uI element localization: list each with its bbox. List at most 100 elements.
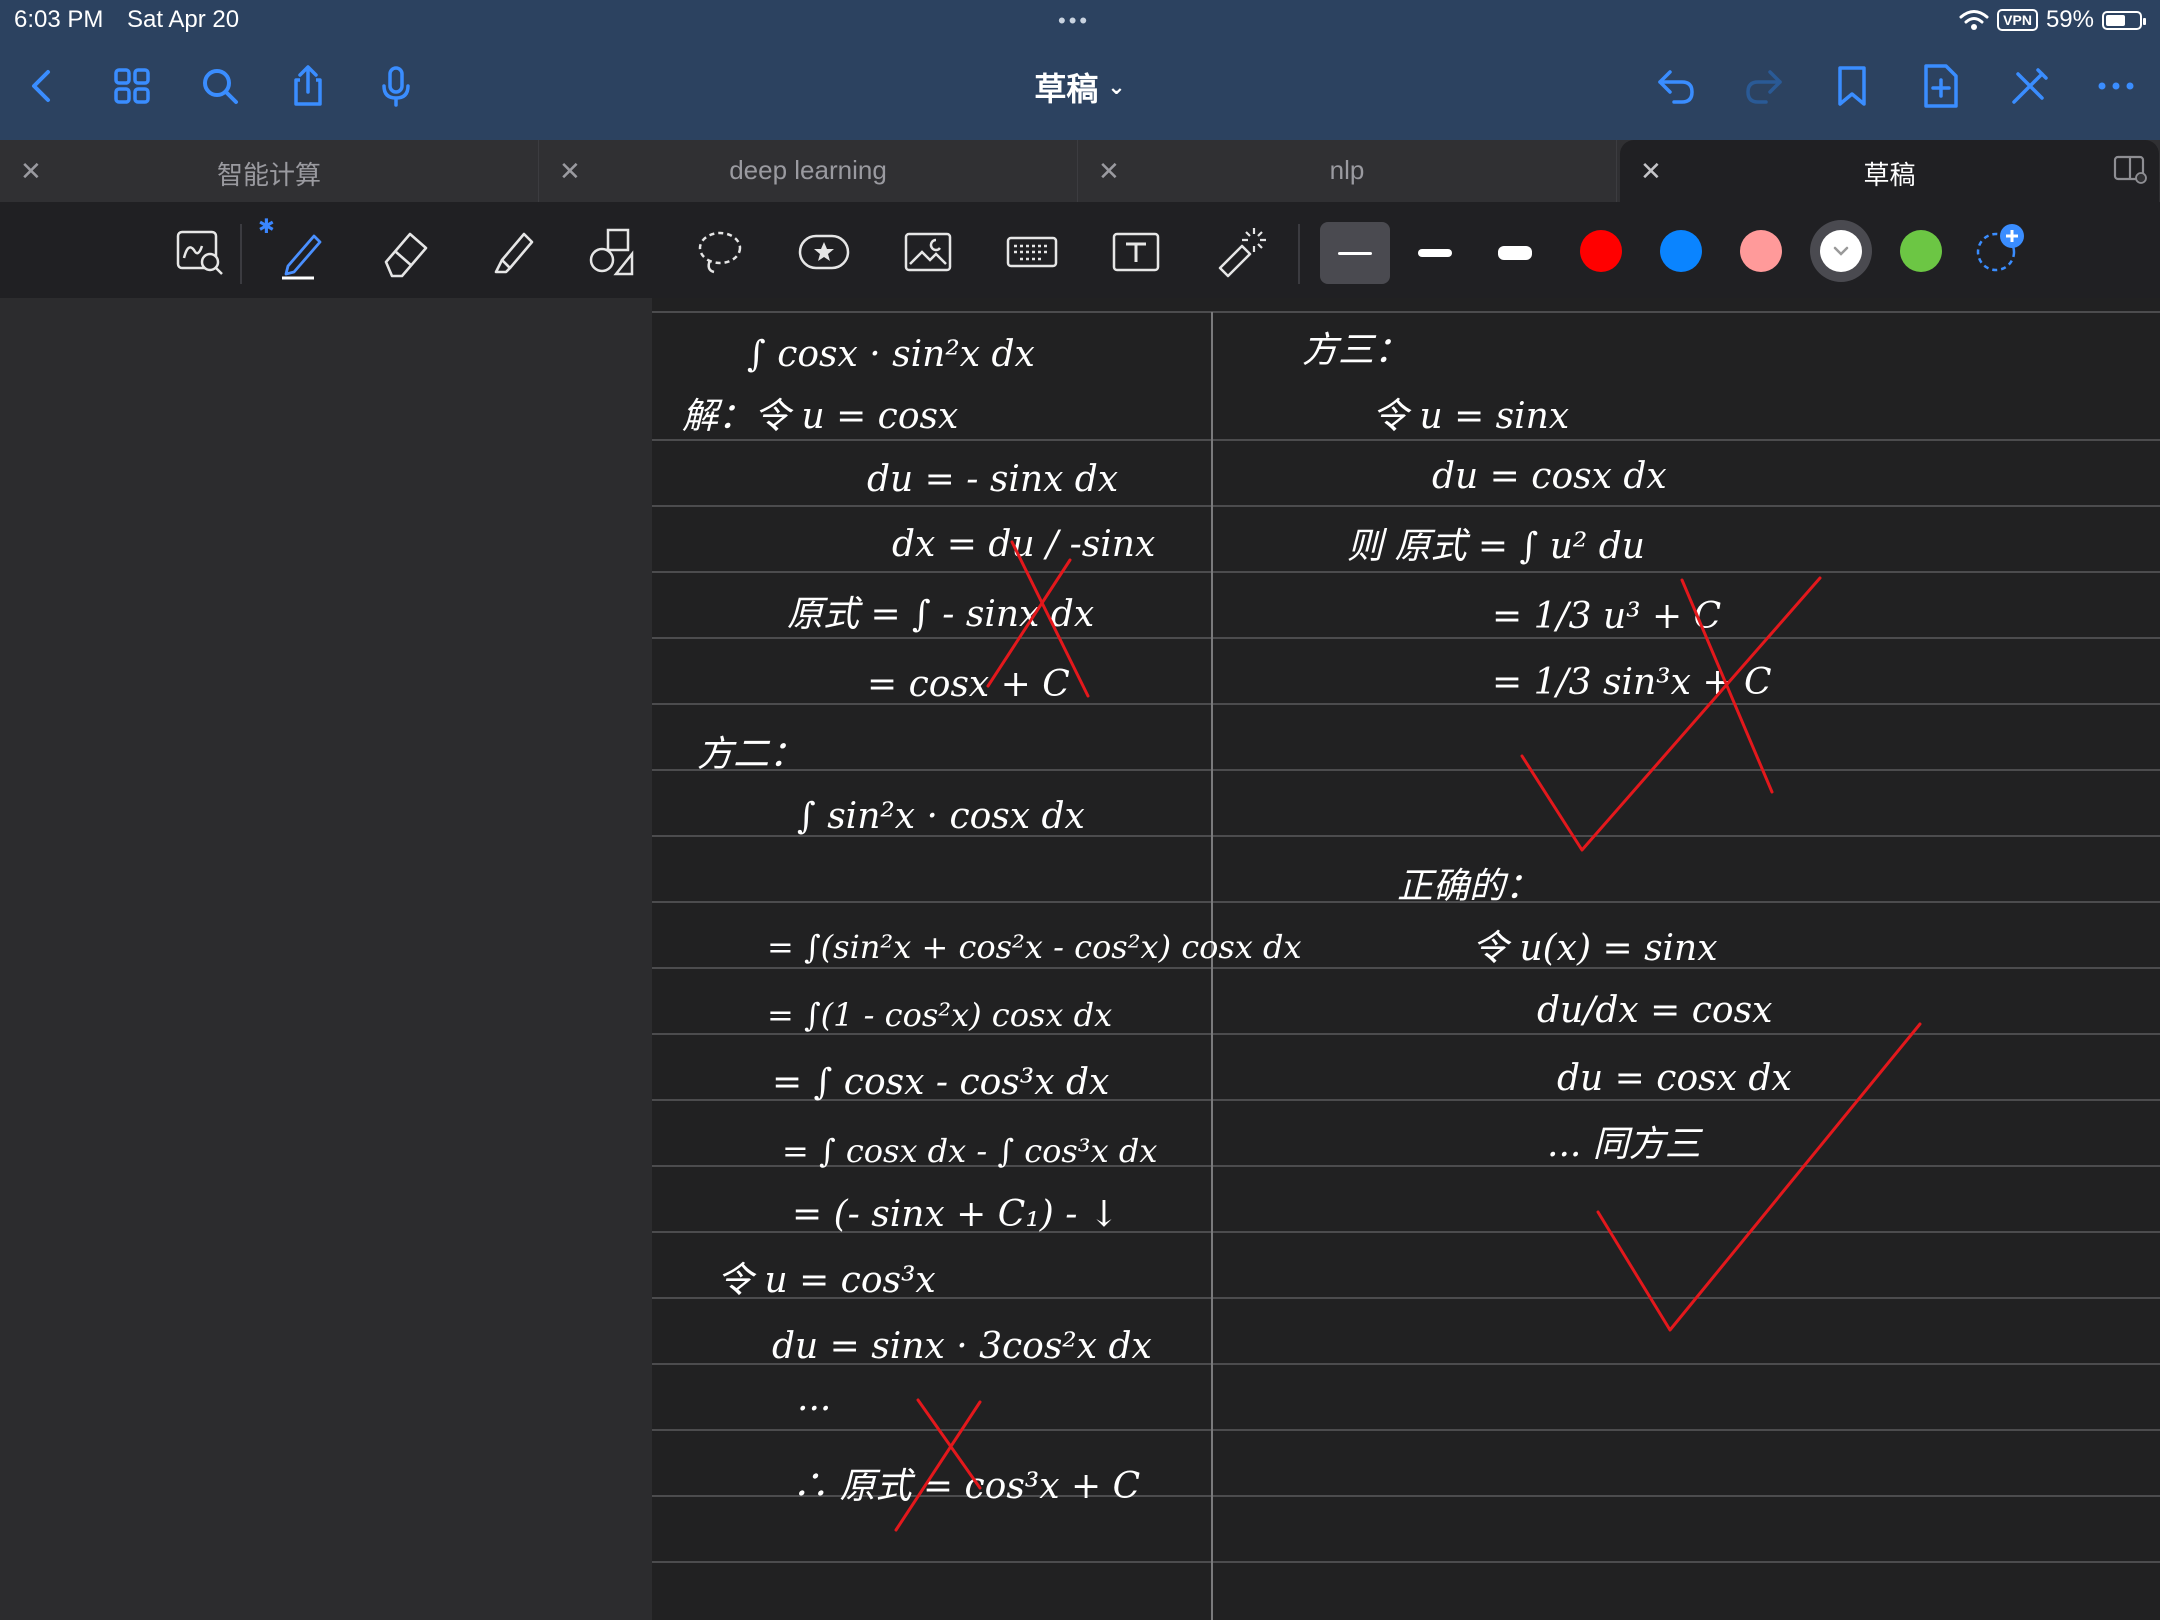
add-page-button[interactable] (1912, 58, 1968, 114)
bookmark-button[interactable] (1824, 58, 1880, 114)
note-left-line: = (- sinx + C₁) - ↓ (792, 1194, 1119, 1235)
highlighter-icon (494, 232, 534, 274)
shapes-icon (589, 228, 634, 276)
tab-bar: ✕ 智能计算 ✕ deep learning ✕ nlp ✕ 草稿 (0, 140, 2160, 202)
color-swatch-red[interactable] (1580, 230, 1622, 272)
note-page[interactable]: ∫ cosx · sin²x dx 解：令 u = cosx du = - si… (652, 298, 2160, 1620)
tab-nlp[interactable]: ✕ nlp (1078, 140, 1617, 202)
note-right-line: 方三： (1302, 330, 1410, 371)
grid-view-button[interactable] (104, 58, 160, 114)
color-swatch-blue[interactable] (1660, 230, 1702, 272)
pen-size-thick[interactable] (1480, 222, 1550, 284)
status-indicators: VPN 59% (1959, 4, 2146, 36)
undo-icon (1658, 70, 1694, 104)
note-left-line: 令 u = cos³x (717, 1260, 936, 1301)
split-view-icon[interactable] (2113, 154, 2147, 184)
note-right-line: 则 原式 = ∫ u² du (1347, 526, 1645, 567)
note-right-line: 令 u = sinx (1372, 396, 1569, 437)
note-left-line: ∫ sin²x · cosx dx (797, 796, 1085, 837)
share-icon (294, 65, 322, 106)
laser-pointer-icon (1218, 228, 1266, 278)
tab-draft[interactable]: ✕ 草稿 (1620, 140, 2159, 202)
note-right-line: = 1/3 u³ + C (1492, 596, 1721, 637)
note-left-line: dx = du / -sinx (892, 524, 1155, 565)
add-page-icon (1924, 64, 1958, 108)
pen-size-medium[interactable] (1400, 222, 1470, 284)
status-time: 6:03 PM (14, 6, 104, 33)
note-right-line: 令 u(x) = sinx (1472, 928, 1718, 969)
note-left-line: ∴ 原式 = cos³x + C (792, 1466, 1140, 1507)
tab-label: 智能计算 (216, 160, 321, 190)
bluetooth-icon: ✱ (258, 216, 275, 238)
tab-smart-computing[interactable]: ✕ 智能计算 (0, 140, 539, 202)
note-right-line: ... 同方三 (1547, 1124, 1704, 1165)
close-icon[interactable]: ✕ (1640, 156, 1662, 187)
battery-icon (2102, 10, 2146, 30)
grid-icon (114, 68, 150, 104)
undo-button[interactable] (1648, 58, 1704, 114)
back-button[interactable] (14, 58, 70, 114)
color-swatch-pink[interactable] (1740, 230, 1782, 272)
note-left-line: ∫ cosx · sin²x dx (747, 334, 1035, 375)
note-left-line: = ∫(sin²x + cos²x - cos²x) cosx dx (767, 928, 1302, 966)
more-button[interactable] (2088, 58, 2144, 114)
navigation-bar: 6:03 PM Sat Apr 20 ••• VPN 59% 草稿 ⌄ (0, 0, 2160, 140)
note-left-line: = cosx + C (867, 664, 1070, 705)
chevron-left-icon (32, 70, 50, 102)
note-left-line: du = sinx · 3cos²x dx (772, 1326, 1152, 1367)
tab-label: 草稿 (1863, 160, 1916, 190)
elements-tool[interactable] (794, 222, 854, 282)
multitasking-dots-icon[interactable]: ••• (1058, 8, 1090, 34)
lasso-tool[interactable] (690, 222, 750, 282)
vpn-badge: VPN (1997, 9, 2038, 31)
note-right-line: du/dx = cosx (1537, 990, 1772, 1031)
redo-button[interactable] (1736, 58, 1792, 114)
tab-label: nlp (1329, 155, 1365, 185)
zoom-window-tool[interactable] (170, 222, 230, 282)
note-left-line: 解：令 u = cosx (682, 396, 958, 437)
image-tool[interactable] (898, 222, 958, 282)
share-button[interactable] (280, 58, 336, 114)
close-icon[interactable]: ✕ (20, 156, 42, 187)
laser-pointer-tool[interactable] (1210, 222, 1270, 282)
color-swatch-green[interactable] (1900, 230, 1942, 272)
search-button[interactable] (192, 58, 248, 114)
shapes-tool[interactable] (584, 222, 644, 282)
battery-percentage: 59% (2045, 6, 2094, 33)
text-box-tool[interactable] (1106, 222, 1166, 282)
pen-size-thin[interactable] (1320, 222, 1390, 284)
document-title-button[interactable]: 草稿 ⌄ (1000, 64, 1160, 110)
note-right-line: du = cosx dx (1432, 456, 1667, 497)
microphone-button[interactable] (368, 58, 424, 114)
close-toolbar-button[interactable] (2000, 58, 2056, 114)
chevron-down-icon: ⌄ (1107, 74, 1126, 99)
pen-close-icon (2012, 68, 2048, 104)
note-left-line: du = - sinx dx (867, 459, 1118, 500)
chevron-down-icon (1833, 246, 1849, 256)
close-icon[interactable]: ✕ (1098, 156, 1120, 187)
pen-tool[interactable] (272, 222, 332, 282)
note-left-line: = ∫(1 - cos²x) cosx dx (767, 996, 1112, 1034)
note-right-line: 正确的： (1397, 866, 1541, 907)
note-left-line: ... (797, 1378, 831, 1419)
note-left-line: = ∫ cosx dx - ∫ cos³x dx (782, 1132, 1157, 1170)
tab-label: deep learning (729, 155, 887, 185)
tab-deep-learning[interactable]: ✕ deep learning (539, 140, 1078, 202)
add-color-icon (1976, 224, 2024, 272)
document-title: 草稿 (1034, 71, 1099, 107)
close-icon[interactable]: ✕ (559, 156, 581, 187)
keyboard-tool[interactable] (1002, 222, 1062, 282)
note-left-line: 方二： (697, 734, 805, 775)
color-swatch-white[interactable] (1820, 230, 1862, 272)
note-left-line: = ∫ cosx - cos³x dx (772, 1062, 1109, 1103)
red-cross-mark (894, 1398, 982, 1532)
note-right-line: du = cosx dx (1557, 1058, 1792, 1099)
lasso-icon (698, 231, 742, 274)
highlighter-tool[interactable] (482, 222, 542, 282)
redo-icon (1746, 70, 1782, 104)
eraser-tool[interactable] (376, 222, 436, 282)
text-box-icon (1112, 232, 1160, 272)
status-date: Sat Apr 20 (127, 6, 240, 33)
add-color-button[interactable] (1970, 218, 2030, 278)
search-icon (203, 69, 238, 104)
